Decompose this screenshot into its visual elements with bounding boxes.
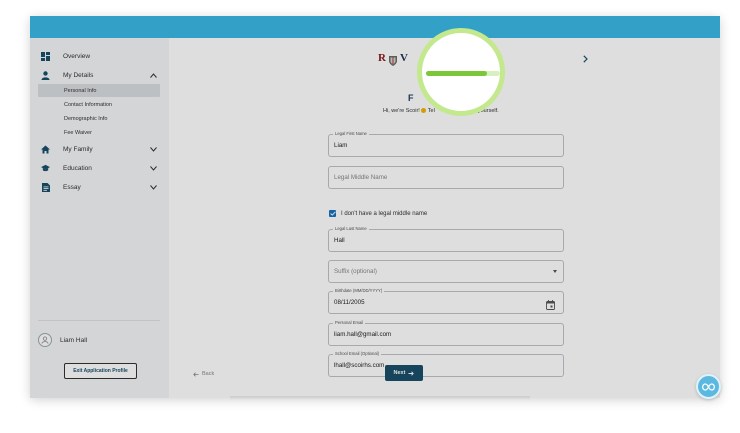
sidebar-item-label: Overview [63,52,91,60]
back-label: Back [202,371,215,377]
arrow-left-icon [193,371,199,377]
chevron-down-icon[interactable] [149,183,157,191]
legal-last-name-field[interactable]: Legal Last Name Hall [328,226,564,252]
field-label: Legal Last Name [333,226,369,231]
sidebar-divider [38,320,160,321]
help-chat-button[interactable] [696,374,721,399]
graduation-cap-icon [41,164,50,173]
sidebar-subitem-personal-info[interactable]: Personal Info [38,84,160,97]
top-bar [30,16,720,38]
progress-spotlight [417,28,505,116]
sidebar-item-overview[interactable]: Overview [30,48,169,64]
progress-fill [426,71,487,76]
sidebar-item-label: My Details [63,71,94,79]
field-value: 08/11/2005 [334,299,365,306]
sidebar-subitem-contact-information[interactable]: Contact Information [38,98,160,111]
page-title: F [408,93,414,103]
legal-first-name-field[interactable]: Legal First Name Liam [328,131,564,157]
shield-logo-icon [388,53,397,66]
field-value: Hall [334,237,345,244]
sidebar-subitem-label: Personal Info [64,87,97,94]
document-icon [41,182,50,192]
sidebar-item-essay[interactable]: Essay [30,179,169,195]
sidebar-item-my-details[interactable]: My Details [30,67,169,83]
sidebar-subitem-label: Demographic Info [64,115,108,122]
user-name: Liam Hall [60,336,88,344]
birthdate-field[interactable]: Birthdate (MM/DD/YYYY) 08/11/2005 [328,288,564,314]
next-label: Next [393,370,406,376]
chevron-up-icon[interactable] [149,71,157,79]
user-profile[interactable]: Liam Hall [38,332,87,348]
app-window: Overview My Details Personal Info Contac… [30,16,720,398]
sidebar-subitem-demographic-info[interactable]: Demographic Info [38,112,160,125]
sidebar-item-my-family[interactable]: My Family [30,141,169,157]
sidebar-subitem-fee-waiver[interactable]: Fee Waiver [38,126,160,139]
checkbox-checked-icon[interactable] [329,210,336,217]
field-label: Birthdate (MM/DD/YYYY) [333,288,385,293]
dashboard-icon [41,51,50,61]
home-icon [41,145,50,154]
sidebar-item-label: Education [63,164,92,172]
back-button[interactable]: Back [193,371,214,377]
field-placeholder: Suffix (optional) [334,268,377,275]
logo-letter-r: R [378,52,386,64]
arrow-right-icon [408,370,415,376]
school-email-field[interactable]: School Email (Optional) lhall@scoirhs.co… [328,351,564,377]
logo-letter-v: V [399,52,408,64]
footer-shadow [230,396,530,400]
no-middle-name-checkbox-row[interactable]: I don't have a legal middle name [329,210,427,217]
checkbox-label: I don't have a legal middle name [341,210,428,217]
calendar-icon[interactable] [546,297,555,310]
progress-bar [426,71,500,76]
sidebar-item-education[interactable]: Education [30,160,169,176]
field-value: liam.hall@gmail.com [334,331,392,338]
personal-email-field[interactable]: Personal Email liam.hall@gmail.com [328,320,564,346]
field-value: Liam [334,142,348,149]
sidebar-subitem-label: Contact Information [64,101,112,108]
avatar-icon [38,333,52,347]
greeting-start: Hi, we're Scoir! [383,108,422,114]
field-label: Legal First Name [333,131,369,136]
infinity-icon [702,382,715,391]
next-button[interactable]: Next [385,365,423,381]
field-label: Personal Email [333,320,366,325]
sidebar-item-label: My Family [63,145,93,153]
person-icon [41,70,50,80]
sidebar: Overview My Details Personal Info Contac… [30,38,170,398]
exit-application-profile-button[interactable]: Exit Application Profile [64,363,137,379]
sidebar-item-label: Essay [63,183,81,191]
chevron-down-icon[interactable] [149,145,157,153]
legal-middle-name-field[interactable]: Legal Middle Name [328,166,564,189]
sidebar-subitem-label: Fee Waiver [64,129,92,136]
field-label: School Email (Optional) [333,351,381,356]
chevron-down-icon[interactable] [149,164,157,172]
college-logos: R V [378,52,408,66]
greeting-middle: Tel [426,108,435,114]
chevron-right-icon[interactable] [581,54,589,64]
suffix-select[interactable]: Suffix (optional) [328,260,564,283]
field-value: lhall@scoirhs.com [334,362,385,369]
dropdown-arrow-icon [553,270,557,273]
field-placeholder: Legal Middle Name [334,174,388,181]
